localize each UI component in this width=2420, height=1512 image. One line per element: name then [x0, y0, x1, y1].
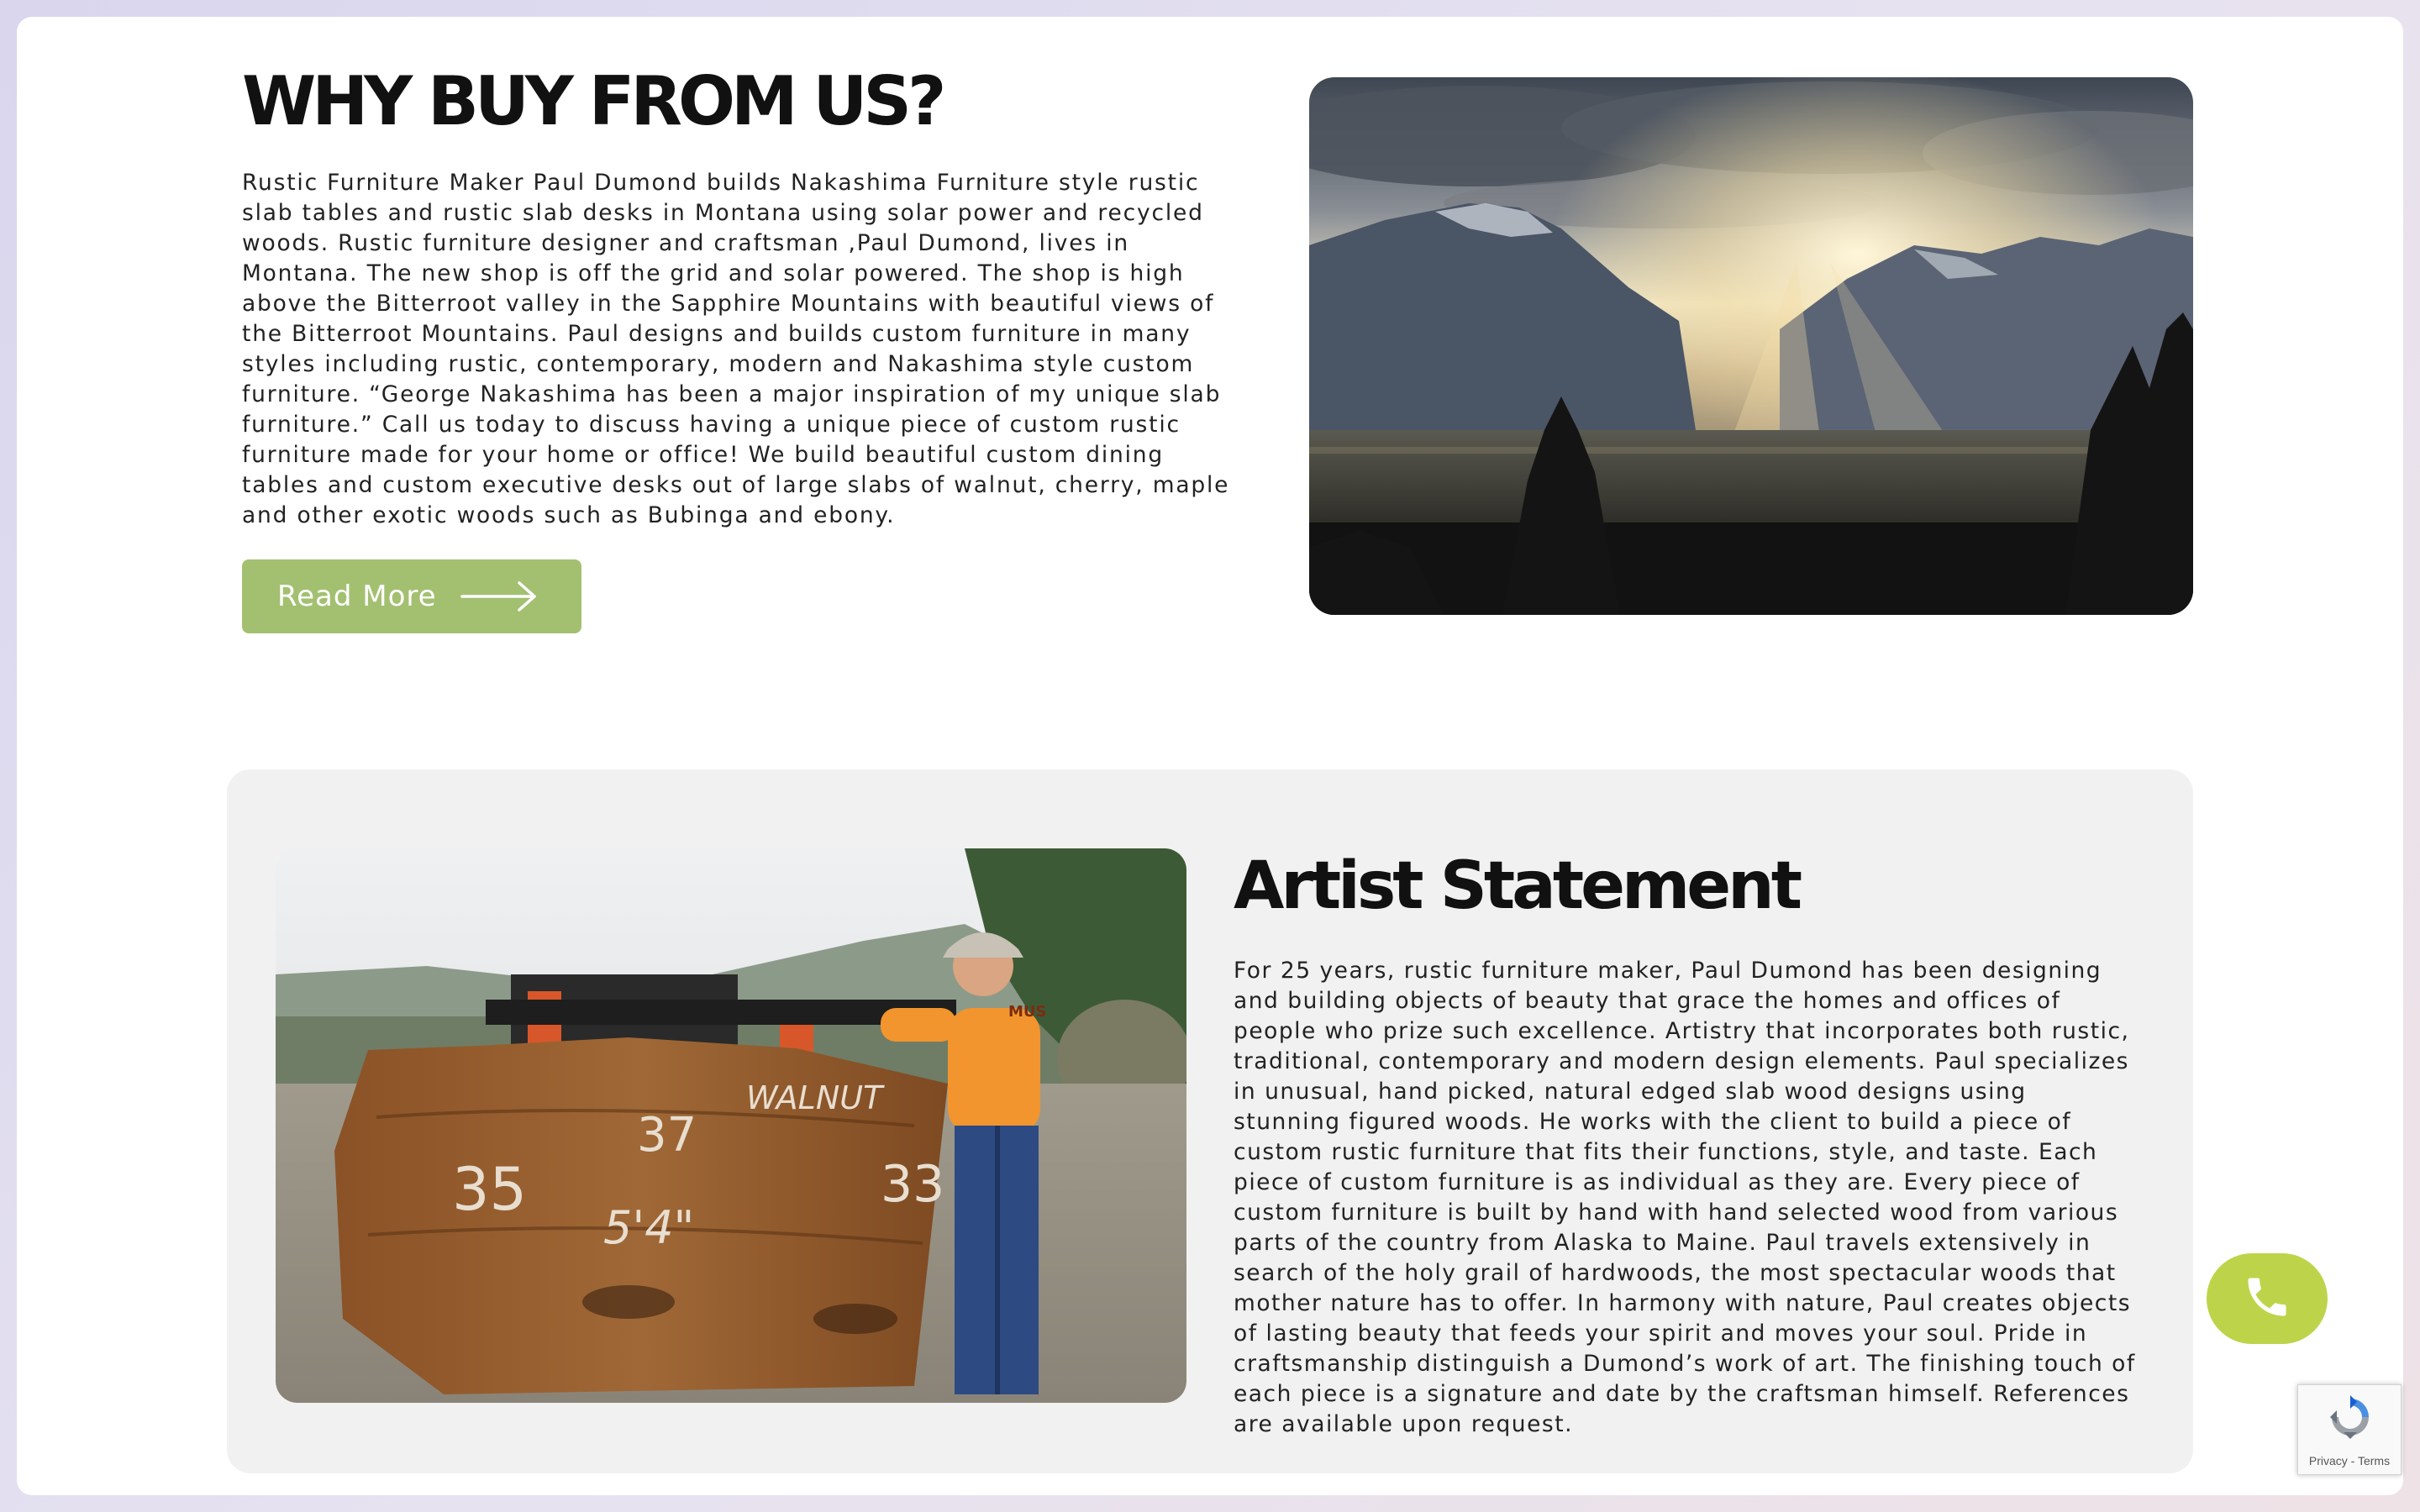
- recaptcha-links: Privacy - Terms: [2298, 1454, 2401, 1467]
- read-more-label: Read More: [277, 580, 437, 613]
- shirt-logo: MUS: [1008, 1003, 1047, 1021]
- recaptcha-privacy-link[interactable]: Privacy: [2309, 1454, 2348, 1467]
- recaptcha-icon: [2327, 1394, 2374, 1445]
- phone-icon: [2242, 1272, 2292, 1326]
- slab-wood-label: WALNUT: [746, 1079, 885, 1116]
- recaptcha-terms-link[interactable]: Terms: [2358, 1454, 2390, 1467]
- slab-right-measure: 33: [881, 1155, 944, 1214]
- read-more-button[interactable]: Read More: [242, 559, 581, 633]
- walnut-slab-photo: WALNUT 35 37 33 5'4" MUS: [276, 848, 1186, 1403]
- recaptcha-separator: -: [2347, 1454, 2358, 1467]
- artist-statement-title: Artist Statement: [1234, 848, 1802, 924]
- call-button[interactable]: [2207, 1253, 2328, 1344]
- slab-length-measure: 5'4": [603, 1201, 694, 1254]
- mountain-sunrise-photo: [1309, 77, 2193, 615]
- artist-statement-card: WALNUT 35 37 33 5'4" MUS Artist Statemen…: [227, 769, 2193, 1473]
- slab-middle-measure: 37: [637, 1108, 697, 1163]
- arrow-right-icon: [460, 580, 538, 613]
- slab-left-measure: 35: [452, 1155, 527, 1224]
- recaptcha-badge: Privacy - Terms: [2297, 1384, 2402, 1475]
- why-buy-body: Rustic Furniture Maker Paul Dumond build…: [242, 170, 1230, 528]
- why-buy-title: WHY BUY FROM US?: [242, 62, 946, 140]
- artist-statement-body: For 25 years, rustic furniture maker, Pa…: [1234, 958, 2136, 1437]
- page: WHY BUY FROM US? Rustic Furniture Maker …: [17, 17, 2403, 1495]
